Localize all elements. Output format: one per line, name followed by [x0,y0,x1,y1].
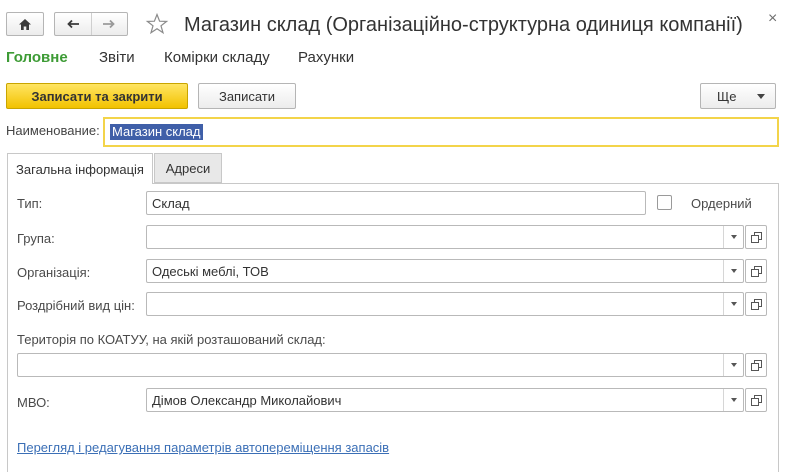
type-value: Склад [152,196,190,211]
history-nav [54,12,128,36]
chevron-down-icon [730,269,737,273]
auto-transfer-settings-link[interactable]: Перегляд і редагування параметрів автопе… [17,440,389,455]
retail-price-type-field[interactable] [146,292,744,316]
retail-price-type-label: Роздрібний вид цін: [17,298,135,313]
group-label: Група: [17,231,55,246]
retail-price-type-dropdown-button[interactable] [723,293,743,315]
open-window-icon [750,231,762,243]
open-window-icon [750,265,762,277]
save-button[interactable]: Записати [198,83,296,109]
menu-item-storage-cells[interactable]: Комірки складу [164,48,270,68]
more-button-label: Ще [717,88,737,104]
arrow-left-icon [66,19,79,29]
ordered-label: Ордерний [691,196,752,211]
territory-dropdown-button[interactable] [723,354,743,376]
back-button[interactable] [55,13,91,35]
organization-field[interactable]: Одеські меблі, ТОВ [146,259,744,283]
star-icon[interactable] [145,12,169,36]
open-window-icon [750,394,762,406]
title-bar: Магазин склад (Організаційно-структурна … [0,0,789,48]
chevron-down-icon [730,398,737,402]
mvo-field[interactable]: Дімов Олександр Миколайович [146,388,744,412]
mvo-label: МВО: [17,395,50,410]
open-window-icon [750,298,762,310]
home-icon [19,18,31,30]
name-selected-text: Магазин склад [110,124,203,140]
page-title: Магазин склад (Організаційно-структурна … [184,14,743,36]
type-field[interactable]: Склад [146,191,646,215]
retail-price-type-open-button[interactable] [745,292,767,316]
forward-button[interactable] [90,13,128,35]
organization-label: Організація: [17,265,91,280]
open-window-icon [750,359,762,371]
close-icon[interactable]: × [768,11,777,27]
tab-addresses[interactable]: Адреси [154,153,222,183]
name-label: Наименование: [6,123,100,138]
mvo-open-button[interactable] [745,388,767,412]
menu-item-reports[interactable]: Звіти [99,48,135,68]
home-button[interactable] [6,12,44,36]
territory-open-button[interactable] [745,353,767,377]
group-field[interactable] [146,225,744,249]
name-input[interactable] [105,119,777,145]
territory-label: Територія по КОАТУУ, на якій розташовани… [17,332,326,347]
menu-item-accounts[interactable]: Рахунки [298,48,354,68]
save-and-close-button[interactable]: Записати та закрити [6,83,188,109]
chevron-down-icon [730,302,737,306]
tab-general-info[interactable]: Загальна інформація [7,153,153,184]
mvo-dropdown-button[interactable] [723,389,743,411]
more-button[interactable]: Ще [700,83,776,109]
organization-dropdown-button[interactable] [723,260,743,282]
type-label: Тип: [17,196,43,211]
territory-field[interactable] [17,353,744,377]
group-dropdown-button[interactable] [723,226,743,248]
name-field[interactable]: Магазин склад [103,117,779,147]
mvo-value: Дімов Олександр Миколайович [152,393,342,408]
section-menu: Головне Звіти Комірки складу Рахунки [0,48,789,68]
organization-open-button[interactable] [745,259,767,283]
menu-item-main[interactable]: Головне [6,48,68,68]
chevron-down-icon [757,94,765,99]
chevron-down-icon [730,363,737,367]
chevron-down-icon [730,235,737,239]
group-open-button[interactable] [745,225,767,249]
organization-value: Одеські меблі, ТОВ [152,264,269,279]
arrow-right-icon [103,19,116,29]
ordered-checkbox[interactable] [657,195,672,210]
